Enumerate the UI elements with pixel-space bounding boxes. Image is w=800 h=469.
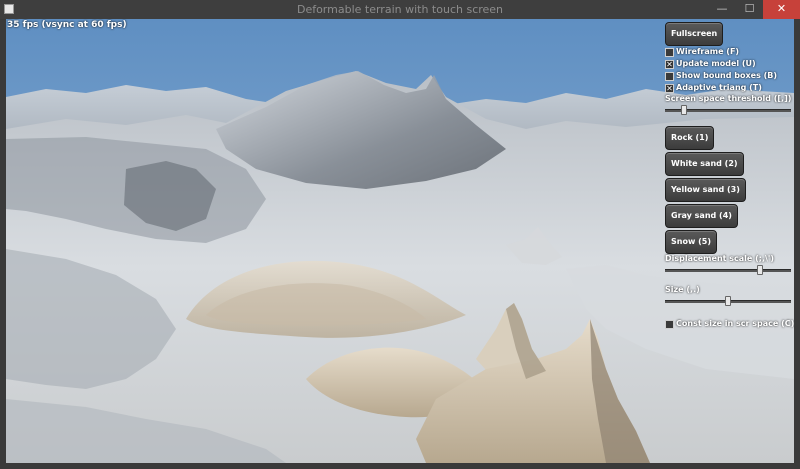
displacement-label: Displacement scale (;,\') xyxy=(665,254,775,263)
white-sand-button[interactable]: White sand (2) xyxy=(665,152,744,176)
checkbox-box[interactable]: ✕ xyxy=(665,84,674,93)
snow-button[interactable]: Snow (5) xyxy=(665,230,718,254)
yellow-sand-button[interactable]: Yellow sand (3) xyxy=(665,178,746,202)
slider-track[interactable] xyxy=(665,269,791,272)
terrain-viewport[interactable]: 35 fps (vsync at 60 fps) Fullscreen Wire… xyxy=(6,19,794,463)
checkbox-box[interactable]: ✕ xyxy=(665,60,674,69)
checkbox-label: Update model (U) xyxy=(676,59,756,68)
rock-button[interactable]: Rock (1) xyxy=(665,126,715,150)
app-window: Deformable terrain with touch screen — ☐… xyxy=(0,0,800,469)
control-panel: Fullscreen Wireframe (F) ✕ Update model … xyxy=(662,19,794,463)
checkbox-box[interactable] xyxy=(665,72,674,81)
fps-counter: 35 fps (vsync at 60 fps) xyxy=(7,20,127,30)
fullscreen-button[interactable]: Fullscreen xyxy=(665,22,724,46)
size-slider[interactable] xyxy=(665,296,791,306)
slider-knob[interactable] xyxy=(725,296,731,306)
checkbox-box[interactable] xyxy=(665,320,674,329)
checkbox-box[interactable] xyxy=(665,48,674,57)
title-bar[interactable]: Deformable terrain with touch screen — ☐… xyxy=(0,0,800,19)
window-title: Deformable terrain with touch screen xyxy=(296,3,504,16)
checkbox-label: Adaptive triang (T) xyxy=(676,83,762,92)
minimize-button[interactable]: — xyxy=(708,0,736,19)
size-label: Size (,.) xyxy=(665,285,700,294)
displacement-slider[interactable] xyxy=(665,265,791,275)
checkbox-label: Const size in scr space (C) xyxy=(676,319,794,328)
slider-knob[interactable] xyxy=(680,105,687,115)
maximize-button[interactable]: ☐ xyxy=(736,0,763,19)
checkbox-label: Show bound boxes (B) xyxy=(676,71,778,80)
checkbox-label: Wireframe (F) xyxy=(676,47,740,56)
slider-knob[interactable] xyxy=(756,265,763,275)
threshold-slider[interactable] xyxy=(665,105,791,115)
close-button[interactable]: ✕ xyxy=(763,0,800,19)
gray-sand-button[interactable]: Gray sand (4) xyxy=(665,204,738,228)
threshold-label: Screen space threshold ([,]) xyxy=(665,94,792,103)
